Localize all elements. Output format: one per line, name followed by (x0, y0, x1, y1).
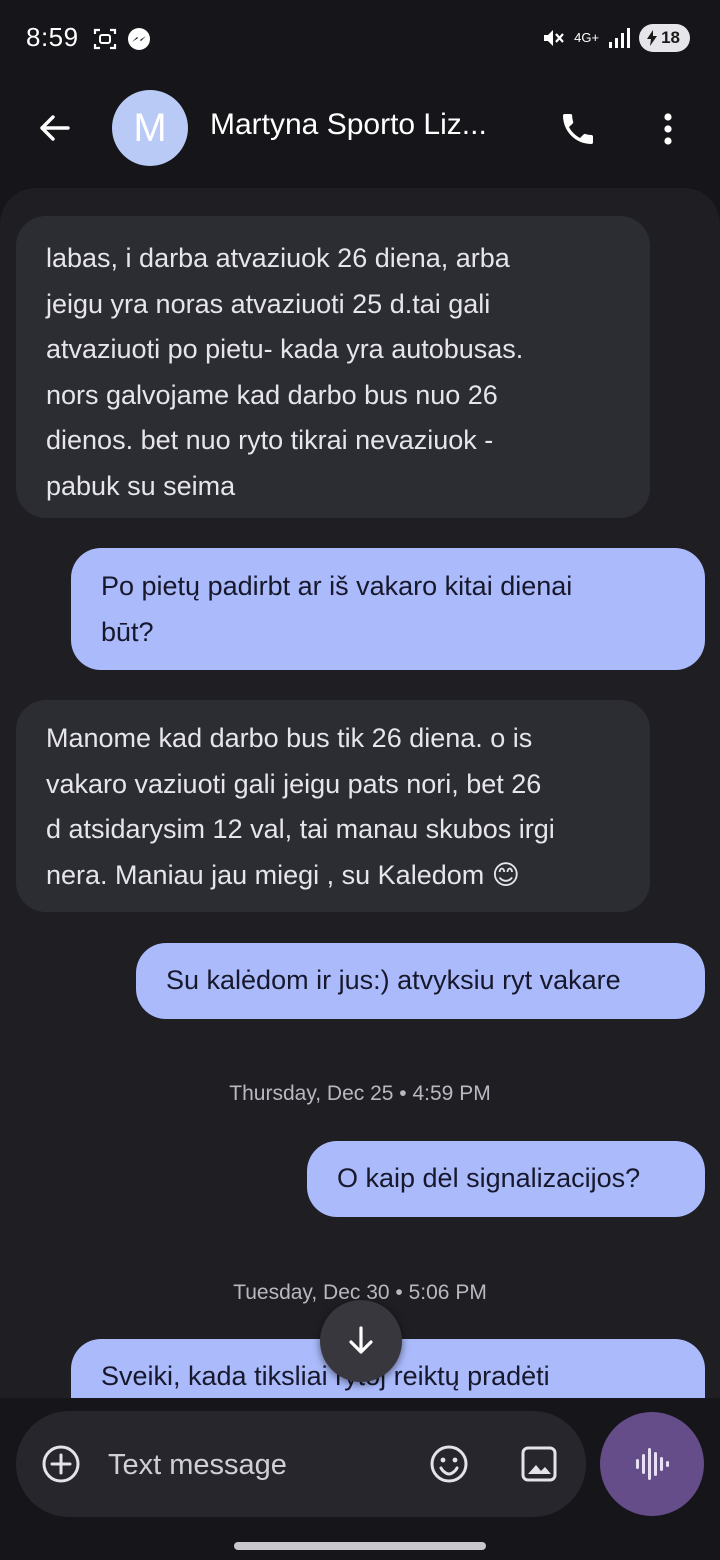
message-outgoing[interactable]: O kaip dėl signalizacijos? (307, 1141, 705, 1217)
add-circle-icon (42, 1445, 80, 1483)
message-line: nera. Maniau jau miegi , su Kaledom 😊 (46, 859, 520, 890)
message-line: nors galvojame kad darbo bus nuo 26 (46, 379, 498, 410)
gallery-button[interactable] (518, 1443, 560, 1485)
status-time: 8:59 (26, 22, 79, 52)
message-incoming[interactable]: Manome kad darbo bus tik 26 diena. o is … (16, 700, 650, 912)
arrow-down-icon (349, 1326, 373, 1354)
message-line: Manome kad darbo bus tik 26 diena. o is (46, 723, 533, 753)
more-options-button[interactable] (648, 104, 688, 154)
scroll-to-bottom-button[interactable] (320, 1300, 402, 1382)
message-line: Po pietų padirbt ar iš vakaro kitai dien… (101, 571, 573, 601)
message-line: būt? (101, 616, 154, 647)
contact-avatar[interactable]: M (112, 90, 188, 166)
date-divider: Thursday, Dec 25 • 4:59 PM (229, 1082, 491, 1105)
navigation-handle[interactable] (234, 1542, 486, 1550)
messenger-icon (128, 28, 150, 50)
emoji-button[interactable] (428, 1443, 470, 1485)
contact-name[interactable]: Martyna Sporto Liz... (210, 108, 530, 142)
call-button[interactable] (553, 104, 603, 154)
message-line: labas, i darba atvaziuok 26 diena, arba (46, 243, 510, 273)
screenshot-icon (93, 28, 117, 50)
add-attachment-button[interactable] (40, 1443, 82, 1485)
arrow-back-icon (40, 115, 70, 141)
message-line: jeigu yra noras atvaziuoti 25 d.tai gali (46, 288, 491, 319)
message-composer (16, 1411, 586, 1517)
message-line: atvaziuoti po pietu- kada yra autobusas. (46, 334, 524, 364)
message-line: O kaip dėl signalizacijos? (337, 1163, 641, 1193)
message-outgoing[interactable]: Su kalėdom ir jus:) atvyksiu ryt vakare (136, 943, 705, 1019)
battery-level: 18 (661, 28, 680, 47)
voice-message-button[interactable] (600, 1412, 704, 1516)
message-line: pabuk su seima (46, 470, 236, 501)
conversation-header: M Martyna Sporto Liz... (0, 80, 720, 180)
status-notification-icons (92, 26, 152, 52)
message-incoming[interactable]: labas, i darba atvaziuok 26 diena, arba … (16, 216, 650, 518)
message-outgoing[interactable]: Po pietų padirbt ar iš vakaro kitai dien… (71, 548, 705, 670)
gallery-icon (521, 1446, 557, 1482)
phone-icon (563, 114, 593, 144)
voice-waveform-icon (636, 1448, 669, 1480)
message-line: dienos. bet nuo ryto tikrai nevaziuok - (46, 425, 494, 455)
message-line: vakaro vaziuoti gali jeigu pats nori, be… (46, 768, 542, 799)
more-vert-icon (664, 113, 672, 145)
network-type: 4G+ (574, 30, 600, 45)
text-message-input[interactable] (106, 1437, 410, 1493)
charging-bolt-icon (647, 30, 658, 46)
emoji-icon (430, 1445, 468, 1483)
status-bar: 8:59 4G+ 18 (0, 0, 720, 78)
message-line: d atsidarysim 12 val, tai manau skubos i… (46, 814, 555, 844)
status-system-icons: 4G+ 18 (540, 24, 690, 52)
message-line: Su kalėdom ir jus:) atvyksiu ryt vakare (166, 965, 621, 995)
conversation-panel[interactable]: labas, i darba atvaziuok 26 diena, arba … (0, 188, 720, 1398)
mute-icon (544, 30, 564, 46)
signal-icon (609, 28, 631, 48)
battery-indicator: 18 (639, 24, 690, 52)
back-button[interactable] (30, 104, 78, 152)
